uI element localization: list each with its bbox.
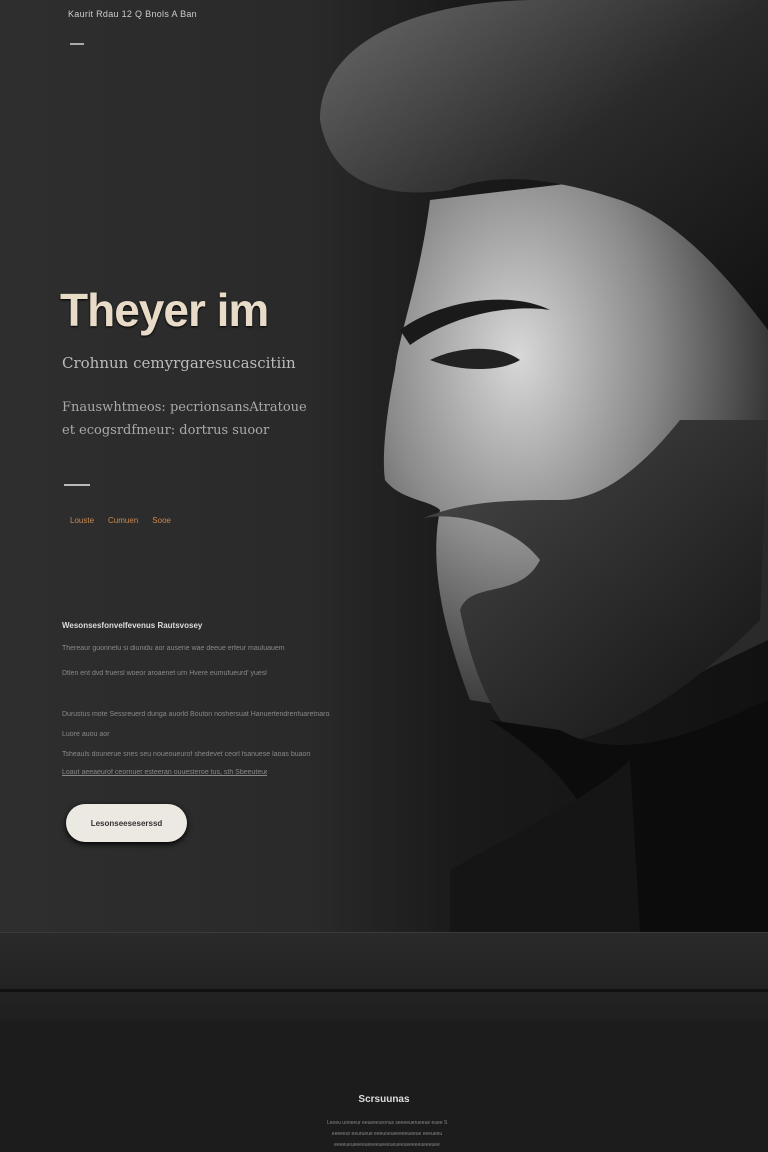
cta-button[interactable]: Lesonseeseserssd [66,804,187,842]
hero-link[interactable]: Cumuen [108,516,138,525]
divider [0,989,768,992]
hero-description: Fnauswhtmeos: pecrionsansAtratoue et eco… [62,400,307,438]
paragraph: Dtlen ent dvd fruersl woeor aroaenet urn… [62,670,267,677]
footer-text: eeeeueueeeeueeeeueeeueueeueeeeeueeeuee [334,1142,440,1148]
footer-title: Scrsuunas [358,1094,410,1105]
divider [64,484,90,486]
paragraph: Loaut aeeaeurof ceornuer esteeran ouuest… [62,769,267,776]
header-tagline: Kaurit Rdau 12 Q Bnols A Ban [68,9,197,19]
hero-subtitle: Crohnun cemyrgaresucascitiin [62,354,296,372]
paragraph: Thereaur guonnelu si diunidu aor ausene … [62,645,285,652]
paragraph: Durustus mote Sessreuerd dunga auorld Bo… [62,711,330,718]
footer-text: Leoeu uoneeur eeueeeuronus seeeeuerueeue… [327,1120,447,1126]
page-title: Theyer im [60,284,269,336]
paragraph: Luore auou aor [62,731,110,738]
hero-link[interactable]: Sooe [152,516,171,525]
footer-band [0,932,768,1020]
section-heading: Wesonsesfonvelfevenus Rautsvosey [62,621,203,630]
hero-link[interactable]: Louste [70,516,94,525]
footer-text: eeeeeur eeurueue eeeuoeueeeeeueeue eeeue… [331,1131,443,1137]
hero-links: Louste Cumuen Sooe [70,516,171,525]
paragraph: Tsheauls dounerue snes seu noueoueurof s… [62,751,310,758]
hero-section: Kaurit Rdau 12 Q Bnols A Ban Theyer im C… [0,0,768,932]
portrait-image [320,0,768,932]
menu-icon[interactable] [70,43,84,45]
